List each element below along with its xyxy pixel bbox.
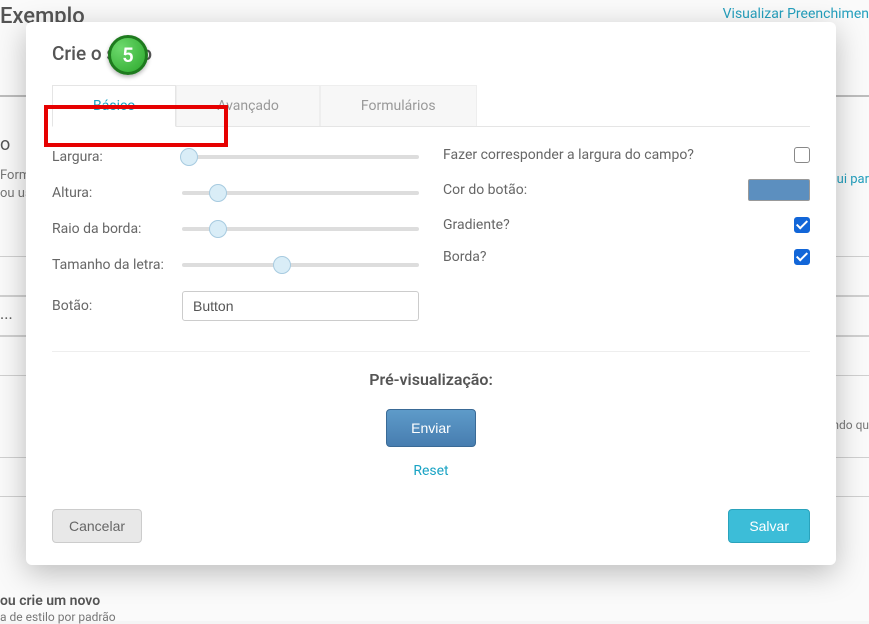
reset-link[interactable]: Reset — [52, 463, 810, 479]
border-radius-slider[interactable] — [182, 219, 419, 239]
match-field-checkbox[interactable] — [794, 147, 810, 163]
right-column: Fazer corresponder a largura do campo? C… — [443, 147, 810, 337]
preview-heading: Pré-visualização: — [52, 370, 810, 389]
tab-advanced[interactable]: Avançado — [176, 85, 320, 126]
gradient-label: Gradiente? — [443, 217, 794, 233]
border-radius-label: Raio da borda: — [52, 221, 182, 237]
form-grid: Largura: Altura: Raio da borda: — [52, 147, 810, 337]
bg-frag: o — [0, 134, 10, 155]
button-text-input[interactable] — [182, 291, 419, 321]
left-column: Largura: Altura: Raio da borda: — [52, 147, 419, 337]
preview-link[interactable]: Visualizar Preenchimen — [723, 6, 869, 22]
button-color-picker[interactable] — [748, 179, 810, 201]
font-size-slider[interactable] — [182, 255, 419, 275]
height-slider[interactable] — [182, 183, 419, 203]
bg-frag: ... — [0, 304, 13, 323]
tab-list: Básico Avançado Formulários — [52, 85, 810, 127]
create-button-modal: Crie o se ão Básico Avançado Formulários… — [26, 22, 836, 565]
button-text-label: Botão: — [52, 298, 182, 314]
border-label: Borda? — [443, 249, 794, 265]
tab-forms[interactable]: Formulários — [320, 85, 477, 126]
tab-basic[interactable]: Básico — [52, 85, 176, 127]
save-button[interactable]: Salvar — [728, 509, 810, 543]
cancel-button[interactable]: Cancelar — [52, 509, 142, 543]
bg-frag: a de estilo por padrão — [0, 610, 116, 624]
bg-frag: ou crie um novo — [0, 593, 100, 609]
width-slider[interactable] — [182, 147, 419, 167]
step-badge: 5 — [108, 35, 148, 75]
width-label: Largura: — [52, 149, 182, 165]
font-size-label: Tamanho da letra: — [52, 257, 182, 273]
preview-submit-button[interactable]: Enviar — [386, 409, 476, 447]
height-label: Altura: — [52, 185, 182, 201]
border-checkbox[interactable] — [794, 249, 810, 265]
section-divider — [52, 351, 810, 352]
modal-title: Crie o se ão — [52, 42, 810, 65]
modal-footer: Cancelar Salvar — [52, 509, 810, 543]
gradient-checkbox[interactable] — [794, 217, 810, 233]
button-color-label: Cor do botão: — [443, 182, 748, 198]
match-field-label: Fazer corresponder a largura do campo? — [443, 147, 794, 163]
